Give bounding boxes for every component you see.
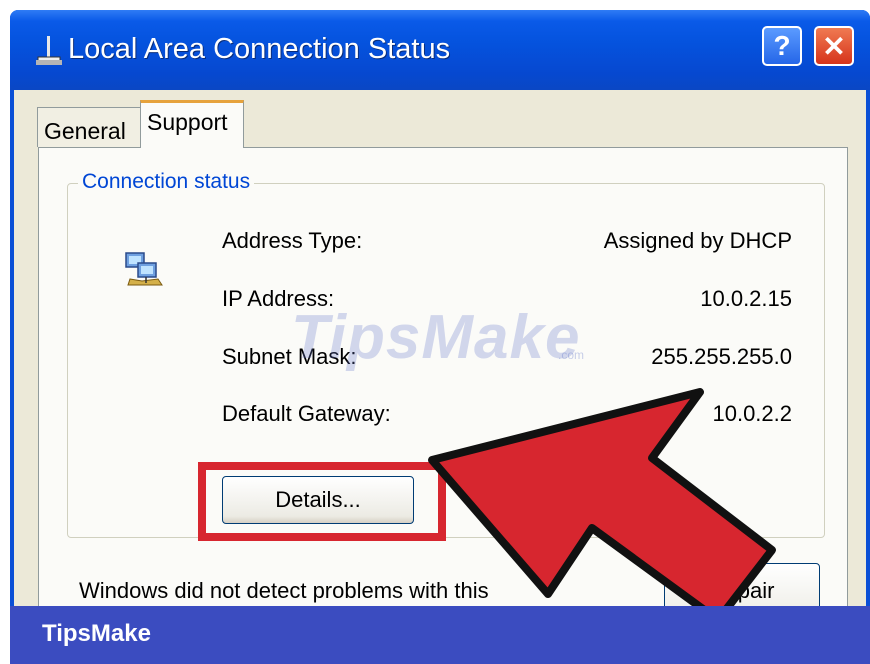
subnet-mask-value: 255.255.255.0 xyxy=(651,344,792,369)
tab-general[interactable]: General xyxy=(37,107,143,147)
title-bar[interactable]: Local Area Connection Status ? ✕ xyxy=(10,10,870,90)
close-icon: ✕ xyxy=(822,30,846,62)
dialog-client-area: General Support Connection status Addres… xyxy=(14,90,866,664)
address-type-label: Address Type: xyxy=(222,228,363,253)
tab-support[interactable]: Support xyxy=(140,100,244,148)
diagnosis-message: Windows did not detect problems with thi… xyxy=(79,578,489,603)
default-gateway-label: Default Gateway: xyxy=(222,401,391,426)
help-icon: ? xyxy=(773,30,791,61)
brand-footer-bar: TipsMake xyxy=(10,606,870,664)
network-computers-icon xyxy=(125,252,163,286)
network-connection-icon xyxy=(36,36,62,65)
address-type-value: Assigned by DHCP xyxy=(603,228,792,253)
window-title: Local Area Connection Status xyxy=(68,33,451,65)
connection-status-legend: Connection status xyxy=(78,170,255,194)
watermark: TipsMake xyxy=(291,303,581,372)
help-button[interactable]: ? xyxy=(762,26,802,66)
highlight-box xyxy=(198,462,446,541)
brand-name: TipsMake xyxy=(42,620,151,647)
default-gateway-value: 10.0.2.2 xyxy=(712,401,792,426)
watermark-suffix: .com xyxy=(558,348,585,362)
close-button[interactable]: ✕ xyxy=(814,26,854,66)
support-tab-panel: Connection status Address Type: Assigned… xyxy=(38,147,848,664)
ip-address-value: 10.0.2.15 xyxy=(700,286,792,311)
